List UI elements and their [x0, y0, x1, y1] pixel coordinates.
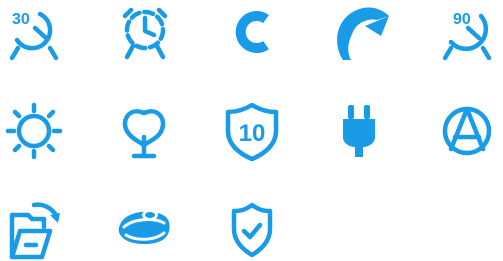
shield-check-icon: [222, 199, 282, 259]
alarm-clock-timer-icon: [114, 2, 174, 62]
icon-grid: 30 90 10: [0, 0, 503, 261]
shield-10-label: 10: [239, 120, 266, 147]
alarm-clock-90-icon: 90: [437, 2, 497, 62]
power-plug-icon: [329, 101, 389, 161]
sun-icon: [4, 101, 64, 161]
letter-c-icon: [222, 2, 282, 62]
alarm-clock-30-icon: 30: [4, 2, 64, 62]
shield-10-icon: 10: [222, 101, 282, 162]
alarm-30-label: 30: [12, 11, 30, 28]
folder-rotate-icon: [4, 199, 64, 260]
anarchy-symbol-icon: [437, 101, 497, 161]
soap-bar-icon: [114, 199, 174, 259]
swirl-curve-icon: [329, 2, 389, 62]
tree-icon: [114, 101, 174, 161]
alarm-90-label: 90: [453, 11, 471, 28]
